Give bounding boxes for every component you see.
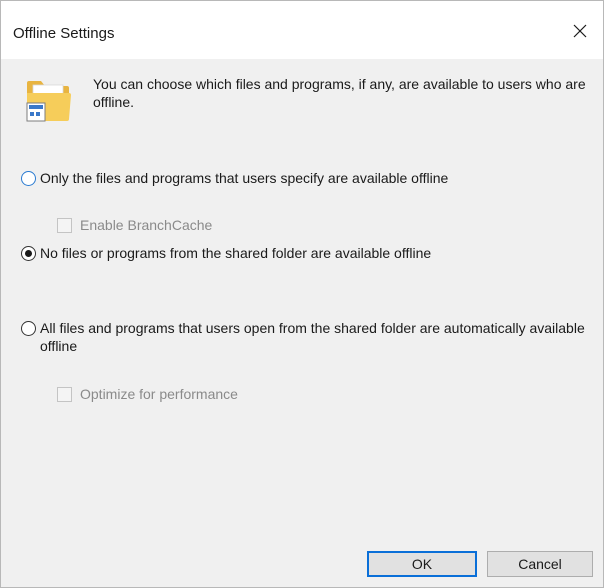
optimize-option[interactable]: Optimize for performance	[57, 385, 238, 403]
radio-label-none: No files or programs from the shared fol…	[40, 245, 432, 261]
window-title: Offline Settings	[13, 25, 115, 42]
radio-option-none[interactable]: No files or programs from the shared fol…	[21, 244, 431, 262]
radio-all[interactable]	[21, 321, 36, 336]
ok-button[interactable]: OK	[367, 551, 477, 577]
branchcache-option[interactable]: Enable BranchCache	[57, 216, 212, 234]
radio-user-specified[interactable]	[21, 171, 36, 186]
radio-option-all[interactable]: All files and programs that users open f…	[21, 319, 591, 355]
branchcache-label: Enable BranchCache	[80, 217, 213, 233]
offline-settings-dialog: Offline Settings You can choose which fi…	[0, 0, 604, 588]
radio-label-user-specified: Only the files and programs that users s…	[40, 170, 449, 186]
close-button[interactable]	[557, 11, 603, 51]
branchcache-checkbox[interactable]	[57, 217, 72, 233]
intro-description: You can choose which files and programs,…	[93, 76, 586, 110]
radio-option-user-specified[interactable]: Only the files and programs that users s…	[21, 169, 448, 187]
dialog-content: You can choose which files and programs,…	[1, 59, 603, 587]
radio-selected-dot	[25, 250, 32, 257]
optimize-label: Optimize for performance	[80, 386, 238, 402]
close-icon	[573, 24, 587, 38]
optimize-checkbox[interactable]	[57, 386, 72, 402]
radio-none[interactable]	[21, 246, 36, 261]
cancel-button[interactable]: Cancel	[487, 551, 593, 577]
shared-folder-icon	[26, 81, 71, 122]
title-bar: Offline Settings	[1, 1, 603, 59]
radio-label-all: All files and programs that users open f…	[40, 320, 585, 354]
